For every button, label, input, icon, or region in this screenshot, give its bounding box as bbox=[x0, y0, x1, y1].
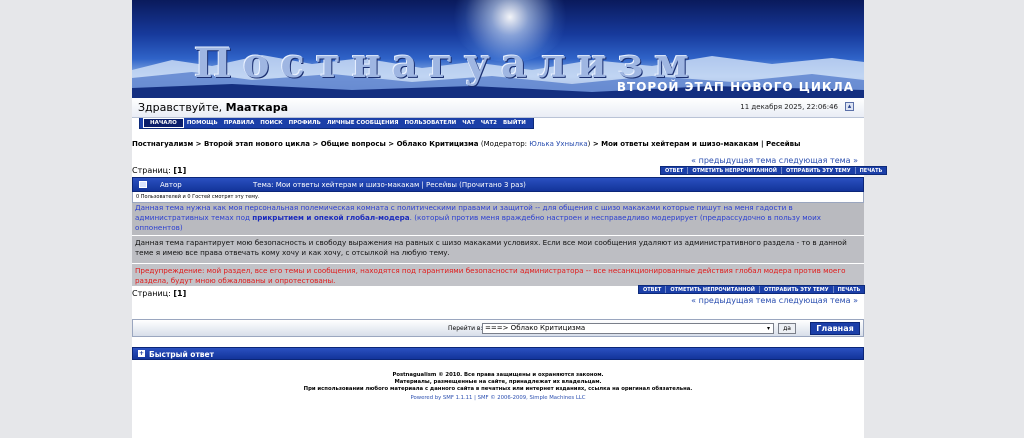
breadcrumb-current: Мои ответы хейтерам и шизо-макакам | Рес… bbox=[601, 140, 801, 148]
jump-selected-value: ===> Облако Критицизма bbox=[485, 324, 586, 332]
topic-action-button[interactable]: ОТМЕТИТЬ НЕПРОЧИТАННОЙ bbox=[665, 286, 759, 293]
pagination-current[interactable]: [1] bbox=[173, 289, 186, 298]
topic-buttons-top: ОТВЕТ ОТМЕТИТЬ НЕПРОЧИТАННОЙ ОТПРАВИТЬ ЭТУ… bbox=[660, 166, 888, 175]
collapse-toggle-icon[interactable]: ▴ bbox=[845, 102, 854, 111]
topic-action-button[interactable]: ПЕЧАТЬ bbox=[832, 286, 865, 293]
topic-action-button[interactable]: ОТПРАВИТЬ ЭТУ ТЕМУ bbox=[780, 167, 855, 174]
jump-to-bar: Перейти в: ===> Облако Критицизма ▾ да Г… bbox=[132, 319, 864, 337]
moderator-link[interactable]: Юлька Ухнылка bbox=[529, 140, 587, 148]
footer: Postnagualism © 2010. Все права защищены… bbox=[132, 372, 864, 402]
pagination-current[interactable]: [1] bbox=[173, 166, 186, 175]
breadcrumb-category[interactable]: Второй этап нового цикла bbox=[204, 140, 310, 148]
post-message-3-warning: Предупреждение: мой раздел, все его темы… bbox=[132, 264, 864, 286]
author-column-label: Автор bbox=[160, 181, 182, 189]
topic-action-button[interactable]: ОТМЕТИТЬ НЕПРОЧИТАННОЙ bbox=[687, 167, 781, 174]
footer-copyright: Postnagualism © 2010. Все права защищены… bbox=[392, 372, 604, 378]
topic-action-button[interactable]: ОТВЕТ bbox=[661, 167, 687, 174]
breadcrumb-sep: > bbox=[590, 140, 602, 148]
main-menu: НАЧАЛО ПОМОЩЬ ПРАВИЛА ПОИСК ПРОФИЛЬ ЛИЧНЫЕ СО… bbox=[139, 118, 534, 129]
greeting-prefix: Здравствуйте, bbox=[138, 101, 223, 114]
breadcrumb-home[interactable]: Постнагуализм bbox=[132, 140, 193, 148]
menu-item[interactable]: ПРОФИЛЬ bbox=[286, 118, 324, 128]
banner-subtitle: ВТОРОЙ ЭТАП НОВОГО ЦИКЛА bbox=[616, 80, 854, 94]
pagination-label: Страниц: bbox=[132, 289, 171, 298]
page-wrapper: Постнагуализм ВТОРОЙ ЭТАП НОВОГО ЦИКЛА З… bbox=[132, 0, 888, 438]
home-button[interactable]: Главная bbox=[810, 322, 860, 335]
topic-action-button[interactable]: ОТВЕТ bbox=[639, 286, 665, 293]
topic-title: Тема: Мои ответы хейтерам и шизо-макакам… bbox=[253, 181, 526, 189]
breadcrumb-sep: > bbox=[193, 140, 204, 148]
menu-item[interactable]: ЛИЧНЫЕ СООБЩЕНИЯ bbox=[324, 118, 402, 128]
footer-powered-by[interactable]: Powered by SMF 1.1.11 | SMF © 2006-2009,… bbox=[132, 395, 864, 402]
topic-action-button[interactable]: ПЕЧАТЬ bbox=[854, 167, 887, 174]
current-datetime: 11 декабря 2025, 22:06:46 bbox=[740, 103, 838, 111]
menu-item[interactable]: ПОЛЬЗОВАТЕЛИ bbox=[401, 118, 459, 128]
breadcrumb: Постнагуализм > Второй этап нового цикла… bbox=[132, 140, 800, 148]
site-banner: Постнагуализм ВТОРОЙ ЭТАП НОВОГО ЦИКЛА bbox=[132, 0, 864, 98]
user-greeting-bar: Здравствуйте, Мааткара 11 декабря 2025, … bbox=[132, 98, 864, 118]
expand-plus-icon[interactable]: + bbox=[138, 350, 145, 357]
pagination-label: Страниц: bbox=[132, 166, 171, 175]
footer-attribution: При использовании любого материала с дан… bbox=[303, 386, 693, 392]
greeting-text: Здравствуйте, Мааткара bbox=[138, 101, 288, 114]
menu-item[interactable]: ЧАТ2 bbox=[478, 118, 500, 128]
moderator-label: (Модератор: bbox=[480, 140, 528, 148]
breadcrumb-sep: > bbox=[310, 140, 321, 148]
jump-select[interactable]: ===> Облако Критицизма ▾ bbox=[482, 323, 774, 334]
post-text-bold: прикрытием и опекой глобал-модера bbox=[252, 213, 410, 222]
menu-item[interactable]: ПОИСК bbox=[257, 118, 285, 128]
post-message-1: Данная тема нужна как моя персональная п… bbox=[132, 203, 864, 235]
quick-reply-label: Быстрый ответ bbox=[149, 350, 214, 359]
pagination-bottom: Страниц: [1] bbox=[132, 289, 186, 298]
viewers-count: 0 Пользователей и 0 Гостей смотрят эту т… bbox=[132, 192, 864, 203]
menu-item[interactable]: НАЧАЛО bbox=[143, 118, 184, 128]
menu-item[interactable]: ЧАТ bbox=[459, 118, 477, 128]
chevron-down-icon: ▾ bbox=[766, 325, 770, 332]
jump-label: Перейти в: bbox=[448, 325, 483, 332]
menu-item[interactable]: ПРАВИЛА bbox=[221, 118, 258, 128]
breadcrumb-board[interactable]: Общие вопросы bbox=[321, 140, 386, 148]
topic-icon bbox=[139, 181, 147, 188]
prev-next-topic-bottom[interactable]: « предыдущая тема следующая тема » bbox=[691, 296, 858, 305]
jump-go-button[interactable]: да bbox=[778, 323, 796, 334]
moderator-info: (Модератор: Юлька Ухнылка) bbox=[481, 140, 590, 148]
breadcrumb-subboard[interactable]: Облако Критицизма bbox=[397, 140, 479, 148]
pagination-top: Страниц: [1] bbox=[132, 166, 186, 175]
breadcrumb-sep: > bbox=[385, 140, 397, 148]
greeting-username[interactable]: Мааткара bbox=[226, 101, 288, 114]
topic-header: Автор Тема: Мои ответы хейтерам и шизо-м… bbox=[132, 177, 864, 192]
footer-ownership: Материалы, размещенные на сайте, принадл… bbox=[394, 379, 602, 385]
topic-action-button[interactable]: ОТПРАВИТЬ ЭТУ ТЕМУ bbox=[758, 286, 833, 293]
quick-reply-bar[interactable]: + Быстрый ответ bbox=[132, 347, 864, 360]
prev-next-topic-top[interactable]: « предыдущая тема следующая тема » bbox=[691, 156, 858, 165]
menu-item[interactable]: ПОМОЩЬ bbox=[184, 118, 221, 128]
topic-buttons-bottom: ОТВЕТ ОТМЕТИТЬ НЕПРОЧИТАННОЙ ОТПРАВИТЬ ЭТУ… bbox=[638, 285, 866, 294]
menu-item[interactable]: ВЫЙТИ bbox=[500, 118, 529, 128]
post-message-2: Данная тема гарантирует мою безопасность… bbox=[132, 236, 864, 263]
